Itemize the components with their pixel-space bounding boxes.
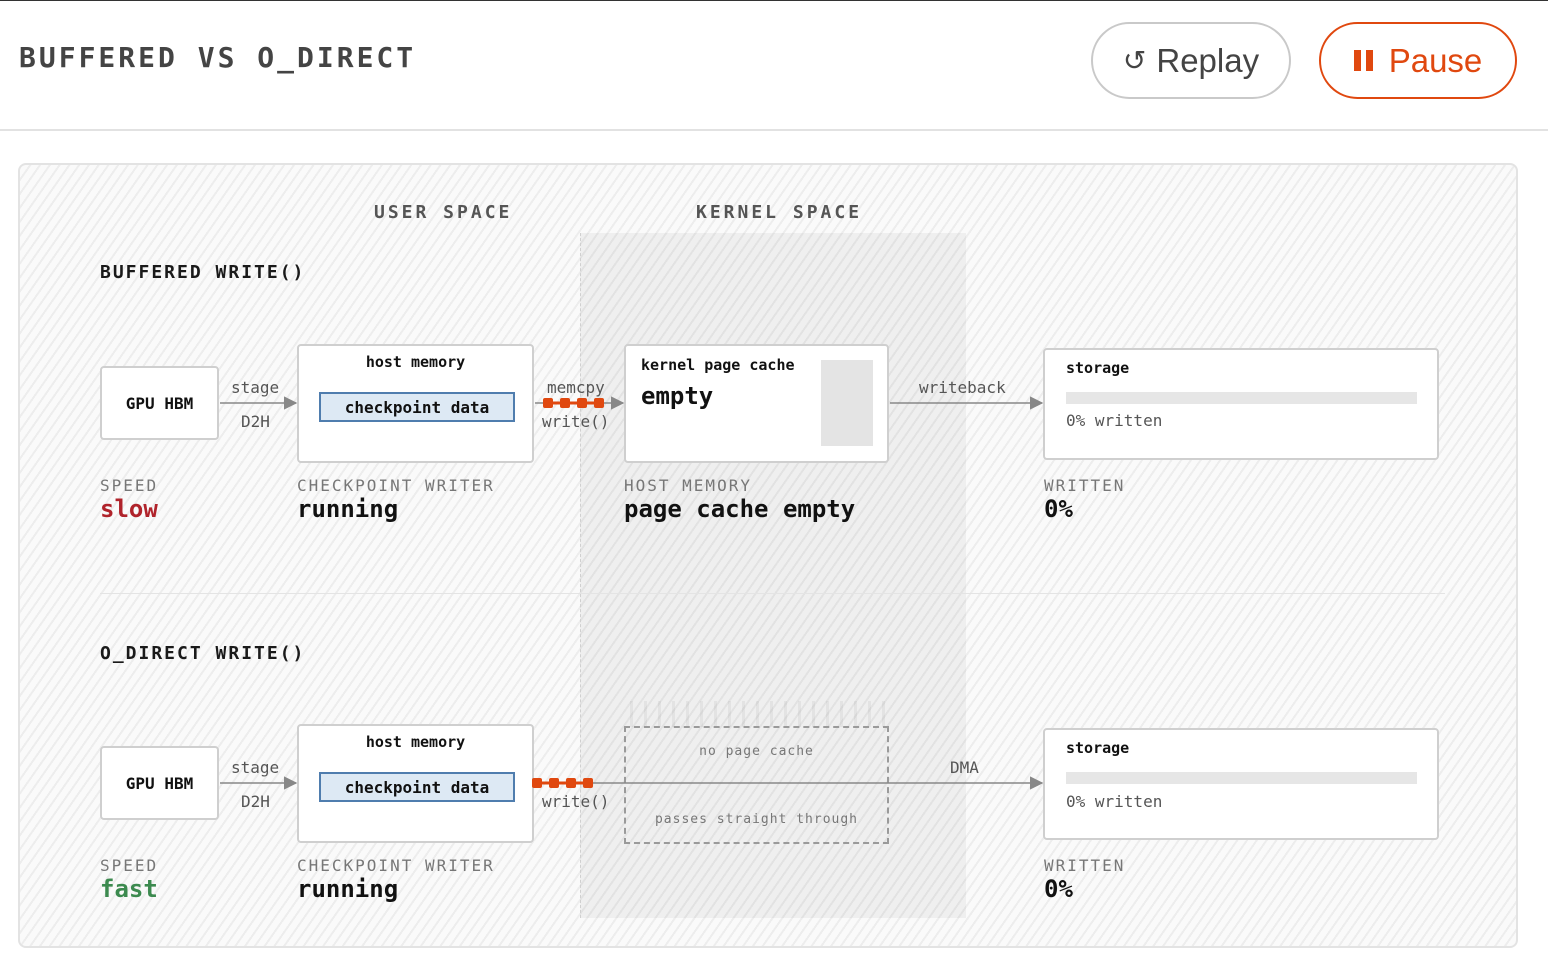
buffered-packet-1 bbox=[543, 398, 553, 408]
pause-button[interactable]: Pause bbox=[1319, 22, 1517, 99]
buffered-packet-4 bbox=[594, 398, 604, 408]
buffered-packet-3 bbox=[577, 398, 587, 408]
header-bar: BUFFERED VS O_DIRECT ↺ Replay Pause bbox=[0, 1, 1548, 131]
buffered-packet-2 bbox=[560, 398, 570, 408]
replay-label: Replay bbox=[1156, 41, 1260, 79]
direct-packet-1 bbox=[532, 778, 542, 788]
buffered-packets bbox=[543, 398, 604, 408]
pause-label: Pause bbox=[1388, 41, 1483, 79]
direct-packets bbox=[532, 778, 593, 788]
connector-layer bbox=[220, 396, 1044, 790]
page-title: BUFFERED VS O_DIRECT bbox=[19, 41, 417, 74]
diagram-panel: USER SPACE KERNEL SPACE BUFFERED WRITE()… bbox=[18, 163, 1518, 948]
direct-packet-4 bbox=[583, 778, 593, 788]
direct-packet-3 bbox=[566, 778, 576, 788]
replay-button[interactable]: ↺ Replay bbox=[1091, 22, 1291, 99]
replay-icon: ↺ bbox=[1122, 45, 1147, 76]
direct-packet-2 bbox=[549, 778, 559, 788]
pause-icon bbox=[1353, 50, 1373, 71]
